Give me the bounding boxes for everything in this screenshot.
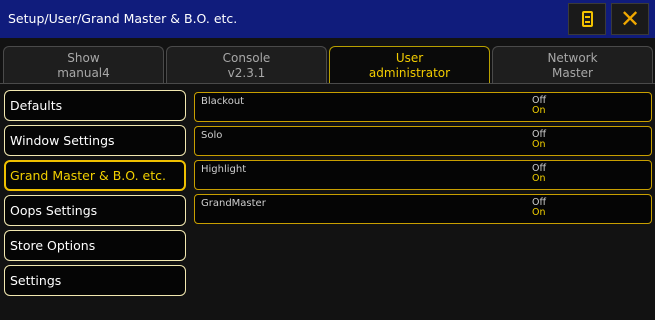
- tab-value: Master: [552, 65, 593, 80]
- setting-on-value: On: [532, 207, 546, 218]
- setting-on-value: On: [532, 139, 546, 150]
- window-title: Setup/User/Grand Master & B.O. etc.: [8, 11, 238, 26]
- tab-console[interactable]: Console v2.3.1: [166, 46, 327, 84]
- setting-row-grandmaster[interactable]: GrandMaster Off On: [194, 194, 652, 224]
- title-bar: Setup/User/Grand Master & B.O. etc. ✕: [0, 0, 655, 38]
- tab-divider: [0, 83, 655, 84]
- keyboard-icon: [581, 11, 593, 27]
- tab-label: Show: [67, 50, 100, 65]
- setting-label: GrandMaster: [201, 198, 266, 209]
- menu-item-window-settings[interactable]: Window Settings: [4, 125, 186, 156]
- menu-item-grand-master[interactable]: Grand Master & B.O. etc.: [4, 160, 186, 191]
- setting-label: Highlight: [201, 164, 247, 175]
- keyboard-button[interactable]: [568, 3, 606, 35]
- setting-on-value: On: [532, 173, 546, 184]
- menu-item-settings[interactable]: Settings: [4, 265, 186, 296]
- tab-value: v2.3.1: [227, 65, 266, 80]
- tab-value: administrator: [368, 65, 451, 80]
- tab-bar: Show manual4 Console v2.3.1 User adminis…: [3, 46, 655, 84]
- close-button[interactable]: ✕: [611, 3, 649, 35]
- tab-value: manual4: [57, 65, 110, 80]
- settings-list: Blackout Off On Solo Off On Highlight Of…: [194, 92, 652, 228]
- setting-row-highlight[interactable]: Highlight Off On: [194, 160, 652, 190]
- menu-item-defaults[interactable]: Defaults: [4, 90, 186, 121]
- tab-network[interactable]: Network Master: [492, 46, 653, 84]
- setting-on-value: On: [532, 105, 546, 116]
- tab-label: User: [395, 50, 424, 65]
- tab-show[interactable]: Show manual4: [3, 46, 164, 84]
- tab-label: Network: [547, 50, 598, 65]
- menu-item-oops-settings[interactable]: Oops Settings: [4, 195, 186, 226]
- close-icon: ✕: [619, 5, 641, 33]
- setting-row-blackout[interactable]: Blackout Off On: [194, 92, 652, 122]
- setting-label: Blackout: [201, 96, 245, 107]
- settings-menu: Defaults Window Settings Grand Master & …: [4, 90, 186, 300]
- setting-row-solo[interactable]: Solo Off On: [194, 126, 652, 156]
- menu-item-store-options[interactable]: Store Options: [4, 230, 186, 261]
- setting-label: Solo: [201, 130, 223, 141]
- tab-user[interactable]: User administrator: [329, 46, 490, 84]
- tab-label: Console: [222, 50, 271, 65]
